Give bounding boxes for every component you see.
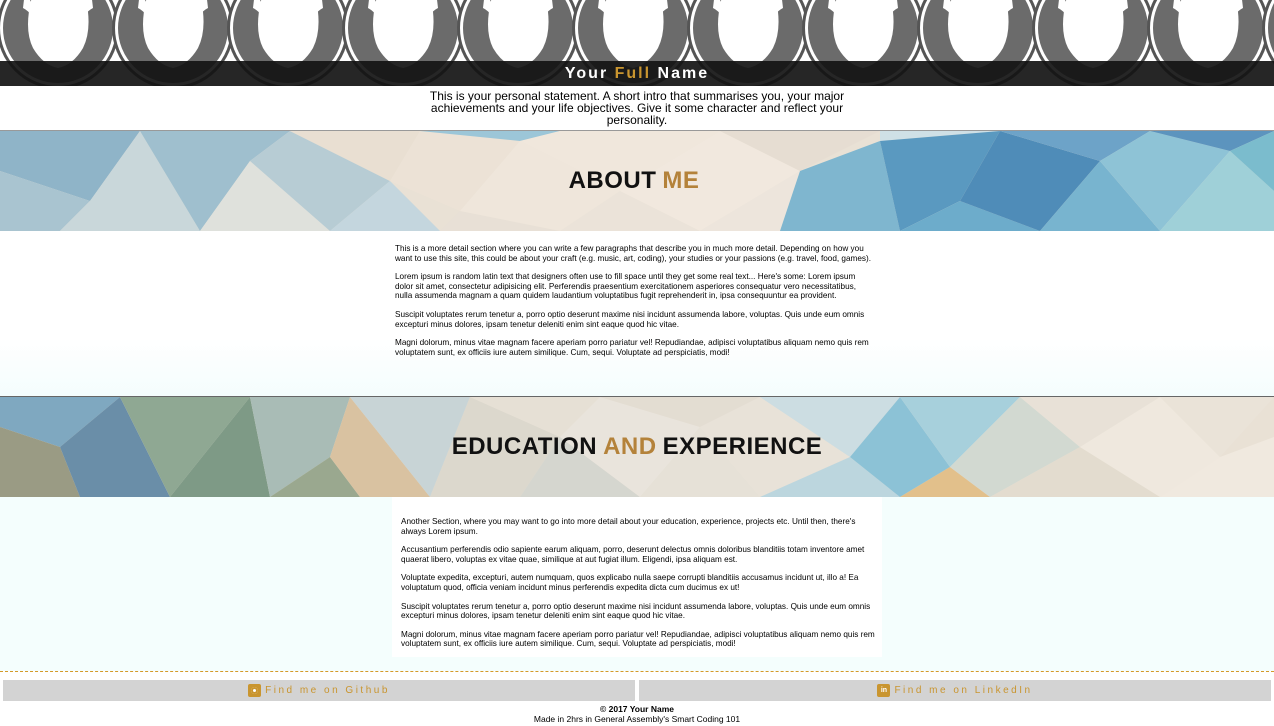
linkedin-link[interactable]: in Find me on LinkedIn (639, 680, 1271, 701)
about-paragraph: This is a more detail section where you … (395, 244, 872, 263)
linkedin-icon: in (877, 684, 891, 697)
education-title: EDUCATION AND EXPERIENCE (0, 397, 1274, 497)
personal-statement: This is your personal statement. A short… (0, 86, 1274, 131)
about-content: This is a more detail section where you … (387, 231, 877, 396)
education-title-word2: EXPERIENCE (662, 433, 823, 460)
footer-divider (0, 671, 1274, 672)
name-last: Name (657, 64, 710, 82)
education-title-accent: AND (603, 433, 657, 460)
about-section: This is a more detail section where you … (0, 231, 1274, 397)
about-title: ABOUT ME (0, 131, 1274, 231)
linkedin-link-label: Find me on LinkedIn (894, 685, 1033, 696)
education-paragraph: Magni dolorum, minus vitae magnam facere… (401, 629, 875, 649)
about-paragraph: Magni dolorum, minus vitae magnam facere… (395, 338, 869, 357)
education-content: Another Section, where you may want to g… (392, 497, 882, 657)
about-paragraph: Suscipit voluptates rerum tenetur a, por… (395, 309, 865, 329)
name-bar: Your Full Name (0, 61, 1274, 86)
education-title-word1: EDUCATION (451, 433, 598, 460)
education-banner: EDUCATION AND EXPERIENCE (0, 397, 1274, 497)
footer: © 2017 Your Name Made in 2hrs in General… (0, 704, 1274, 724)
site-title: Your Full Name (565, 65, 709, 83)
education-paragraph: Accusantium perferendis odio sapiente ea… (401, 545, 865, 564)
education-paragraph: Another Section, where you may want to g… (401, 517, 856, 536)
footer-copyright: © 2017 Your Name (600, 704, 674, 714)
about-paragraph: Lorem ipsum is random latin text that de… (395, 272, 857, 301)
header-banner: Your Full Name (0, 0, 1274, 86)
education-paragraph: Suscipit voluptates rerum tenetur a, por… (401, 601, 871, 621)
github-icon (248, 684, 262, 697)
name-accent: Full (614, 64, 652, 82)
education-section: Another Section, where you may want to g… (0, 497, 1274, 671)
github-link[interactable]: Find me on Github (3, 680, 635, 701)
github-link-label: Find me on Github (265, 685, 390, 696)
name-first: Your (564, 64, 609, 82)
footer-credit: Made in 2hrs in General Assembly's Smart… (533, 714, 741, 724)
about-title-word: ABOUT (568, 167, 657, 194)
about-title-accent: ME (662, 167, 700, 194)
social-links: Find me on Github in Find me on LinkedIn (0, 680, 1274, 704)
about-banner: ABOUT ME (0, 131, 1274, 231)
education-paragraph: Voluptate expedita, excepturi, autem num… (401, 573, 859, 592)
statement-text: This is your personal statement. A short… (429, 89, 845, 127)
